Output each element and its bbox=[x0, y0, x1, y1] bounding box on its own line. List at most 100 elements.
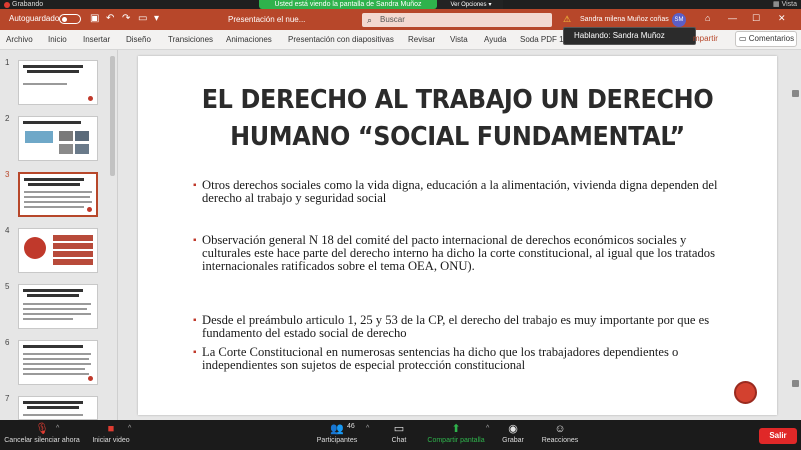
thumb-line bbox=[23, 83, 67, 85]
view-mode-button[interactable]: ▦ Vista bbox=[773, 0, 797, 9]
tab-vista[interactable]: Vista bbox=[450, 35, 468, 44]
tab-revisar[interactable]: Revisar bbox=[408, 35, 435, 44]
speaking-indicator: Hablando: Sandra Muñoz bbox=[563, 27, 696, 45]
minimize-icon[interactable]: — bbox=[728, 13, 737, 23]
save-icon[interactable]: ▣ bbox=[90, 13, 99, 25]
tab-transiciones[interactable]: Transiciones bbox=[168, 35, 213, 44]
tab-soda-pdf[interactable]: Soda PDF 1 bbox=[520, 35, 564, 44]
slideshow-icon[interactable]: ▭ bbox=[138, 13, 147, 25]
thumb-line bbox=[23, 363, 91, 365]
thumb-line bbox=[24, 196, 90, 198]
autosave-label: Autoguardado bbox=[9, 14, 60, 23]
tool-icon[interactable] bbox=[792, 90, 799, 97]
share-screen-label: Compartir pantalla bbox=[427, 437, 485, 444]
tab-insertar[interactable]: Insertar bbox=[83, 35, 110, 44]
bullet-item-1: ▪ Otros derechos sociales como la vida di… bbox=[193, 178, 722, 206]
ribbon-display-icon[interactable]: ⌂ bbox=[705, 13, 710, 23]
share-options-chevron-icon[interactable]: ^ bbox=[486, 425, 489, 432]
slide-title: EL DERECHO AL TRABAJO UN DERECHO HUMANO … bbox=[164, 82, 752, 156]
chat-button[interactable]: ▭ Chat bbox=[383, 422, 415, 450]
thumb-title bbox=[23, 401, 83, 404]
participants-chevron-icon[interactable]: ^ bbox=[366, 425, 369, 432]
thumb-line bbox=[23, 308, 87, 310]
thumb-bar bbox=[53, 251, 93, 257]
side-toolbar bbox=[791, 80, 801, 400]
slide-thumbnail-1[interactable] bbox=[18, 60, 98, 105]
tab-inicio[interactable]: Inicio bbox=[48, 35, 67, 44]
slide-number: 6 bbox=[5, 338, 10, 347]
video-label: Iniciar video bbox=[92, 437, 130, 444]
search-icon: ⌕ bbox=[367, 15, 373, 25]
thumb-line bbox=[23, 373, 89, 375]
bullet-text: Observación general N 18 del comité del … bbox=[202, 233, 715, 274]
share-screen-button[interactable]: ⬆ Compartir pantalla bbox=[424, 422, 488, 450]
autosave-toggle[interactable] bbox=[59, 14, 81, 24]
thumb-line bbox=[23, 303, 91, 305]
thumb-title bbox=[24, 178, 84, 181]
document-title[interactable]: Presentación el nue... bbox=[228, 15, 305, 24]
tool-icon[interactable] bbox=[792, 380, 799, 387]
search-input[interactable]: ⌕ Buscar bbox=[362, 13, 552, 27]
participants-label: Participantes bbox=[316, 437, 358, 444]
audio-options-chevron-icon[interactable]: ^ bbox=[56, 425, 59, 432]
thumb-title bbox=[23, 345, 83, 348]
redo-icon[interactable]: ↷ bbox=[122, 13, 130, 25]
thumb-title bbox=[27, 294, 79, 297]
comments-label: Comentarios bbox=[748, 34, 795, 43]
comments-button[interactable]: ▭ Comentarios bbox=[735, 31, 797, 47]
slide-canvas[interactable]: EL DERECHO AL TRABAJO UN DERECHO HUMANO … bbox=[138, 56, 777, 415]
bullet-item-4: ▪ La Corte Constitucional en numerosas se… bbox=[193, 345, 722, 372]
thumb-image bbox=[75, 144, 89, 154]
tab-presentacion[interactable]: Presentación con diapositivas bbox=[288, 35, 394, 44]
bullet-marker: ▪ bbox=[193, 347, 197, 358]
video-options-chevron-icon[interactable]: ^ bbox=[128, 425, 131, 432]
slide-title-line-1: EL DERECHO AL TRABAJO UN DERECHO bbox=[201, 85, 714, 115]
thumb-logo bbox=[87, 207, 92, 212]
view-options-label: Ver Opciones bbox=[450, 2, 487, 8]
thumb-image bbox=[75, 131, 89, 141]
customize-toolbar-icon[interactable]: ▾ bbox=[154, 13, 159, 25]
slide-thumbnail-4[interactable] bbox=[18, 228, 98, 273]
thumb-line bbox=[23, 358, 89, 360]
view-mode-label: Vista bbox=[781, 1, 797, 8]
chat-icon: ▭ bbox=[393, 423, 405, 435]
slide-thumbnail-2[interactable] bbox=[18, 116, 98, 161]
record-icon: ◉ bbox=[508, 423, 518, 435]
user-name[interactable]: Sandra milena Muñoz coñas bbox=[580, 16, 669, 23]
thumb-title bbox=[23, 289, 83, 292]
maximize-icon[interactable]: ☐ bbox=[752, 13, 760, 24]
avatar[interactable]: SM bbox=[672, 13, 686, 27]
share-button[interactable]: mpartir bbox=[693, 34, 718, 43]
search-placeholder: Buscar bbox=[380, 15, 405, 24]
slide-number: 2 bbox=[5, 114, 10, 123]
slide-number: 4 bbox=[5, 226, 10, 235]
mute-button[interactable]: 🎙 Cancelar silenciar ahora bbox=[2, 422, 82, 450]
leave-button[interactable]: Salir bbox=[759, 428, 797, 444]
slide-thumbnail-7[interactable] bbox=[18, 396, 98, 420]
undo-icon[interactable]: ↶ bbox=[106, 13, 114, 25]
thumb-title bbox=[28, 183, 80, 186]
tab-diseno[interactable]: Diseño bbox=[126, 35, 151, 44]
zoom-share-banner: Grabando Usted está viendo la pantalla d… bbox=[0, 0, 801, 9]
thumb-line bbox=[23, 353, 91, 355]
thumb-diagram bbox=[25, 131, 53, 143]
slide-thumbnail-6[interactable] bbox=[18, 340, 98, 385]
tab-ayuda[interactable]: Ayuda bbox=[484, 35, 507, 44]
thumb-bar bbox=[53, 243, 93, 249]
slide-thumbnail-3[interactable] bbox=[18, 172, 98, 217]
close-icon[interactable]: ✕ bbox=[778, 13, 786, 24]
thumb-image bbox=[59, 144, 73, 154]
tab-archivo[interactable]: Archivo bbox=[6, 35, 33, 44]
thumb-line bbox=[24, 201, 92, 203]
view-options-button[interactable]: Ver Opciones ▾ bbox=[437, 0, 503, 9]
reactions-button[interactable]: ☺ Reacciones bbox=[540, 422, 580, 450]
tab-animaciones[interactable]: Animaciones bbox=[226, 35, 272, 44]
thumb-title bbox=[23, 121, 81, 124]
slide-thumbnail-5[interactable] bbox=[18, 284, 98, 329]
recording-label: Grabando bbox=[12, 1, 44, 8]
thumb-line bbox=[23, 318, 73, 320]
slide-thumbnail-pane: 1 2 3 4 5 6 7 bbox=[0, 50, 118, 420]
record-button[interactable]: ◉ Grabar bbox=[498, 422, 528, 450]
thumbnail-scrollbar[interactable] bbox=[110, 56, 115, 176]
bullet-text: Otros derechos sociales como la vida dig… bbox=[202, 178, 718, 206]
